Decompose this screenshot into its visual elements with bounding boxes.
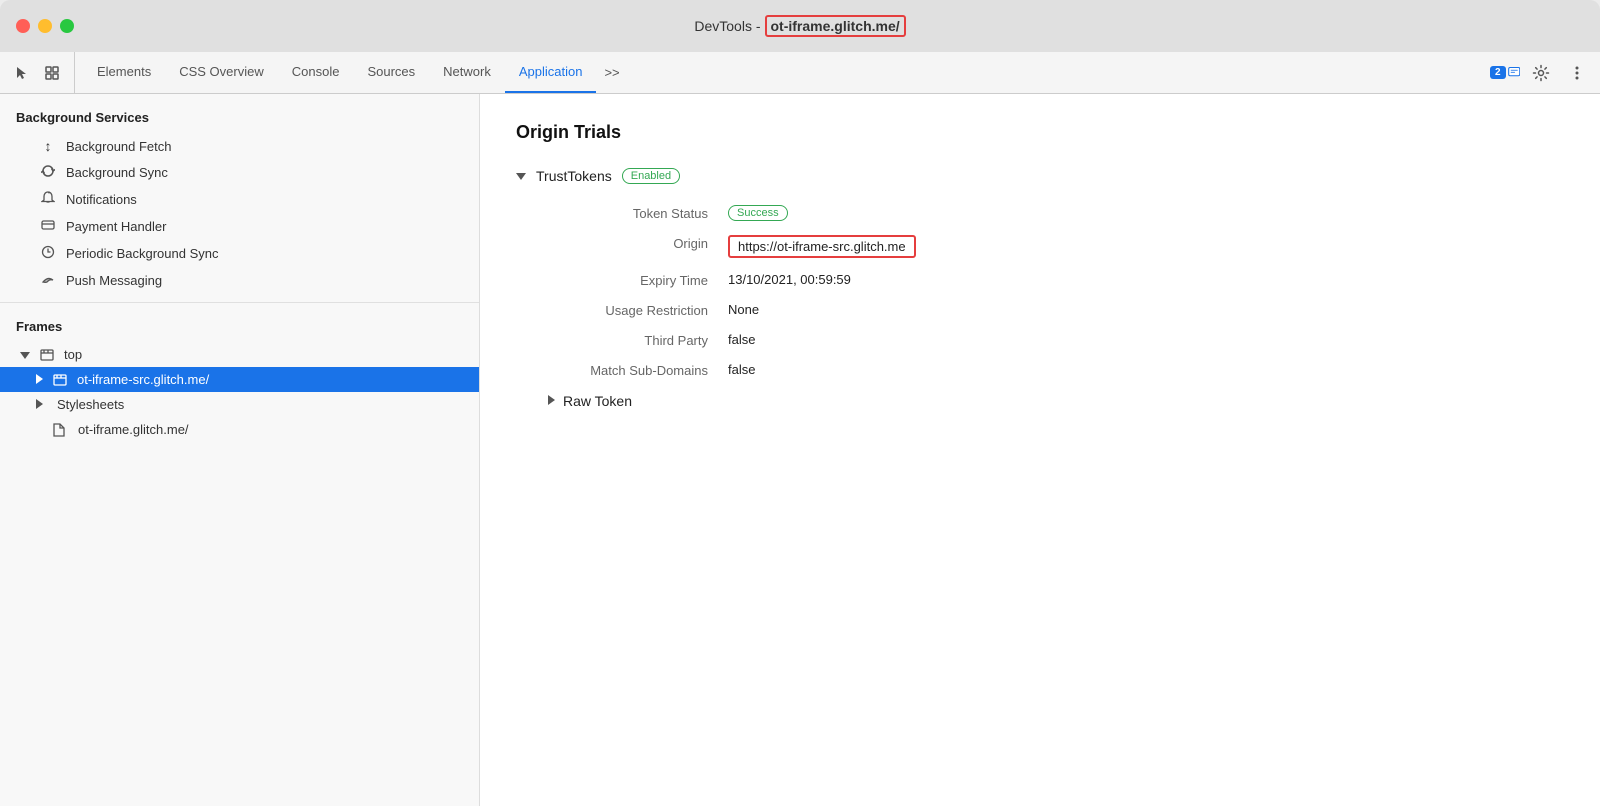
tab-bar: Elements CSS Overview Console Sources Ne… [0,52,1600,94]
frames-item-top[interactable]: top [0,342,479,367]
token-status-value: Success [728,205,788,221]
background-sync-icon [40,164,56,181]
main-area: Background Services ↕ Background Fetch B… [0,94,1600,806]
match-sub-domains-value: false [728,362,755,377]
usage-restriction-value: None [728,302,759,317]
title-bar: DevTools - ot-iframe.glitch.me/ [0,0,1600,52]
third-party-row: Third Party false [548,332,1564,348]
triangle-right-icon-stylesheets [36,397,43,412]
trust-tokens-badge: Enabled [622,168,680,184]
tab-elements[interactable]: Elements [83,52,165,93]
tab-sources[interactable]: Sources [353,52,429,93]
expiry-time-label: Expiry Time [548,272,728,288]
tab-right-controls: 2 [1490,52,1592,93]
frames-item-ot-iframe[interactable]: ot-iframe.glitch.me/ [0,417,479,442]
frames-item-stylesheets[interactable]: Stylesheets [0,392,479,417]
token-status-label: Token Status [548,205,728,221]
tab-css-overview[interactable]: CSS Overview [165,52,278,93]
expiry-time-row: Expiry Time 13/10/2021, 00:59:59 [548,272,1564,288]
triangle-down-icon [20,347,30,362]
triangle-right-raw-token-icon [548,392,555,410]
more-options-button[interactable] [1562,58,1592,88]
maximize-button[interactable] [60,19,74,33]
payment-handler-icon [40,218,56,235]
cursor-tool-button[interactable] [8,59,36,87]
background-services-title: Background Services [0,106,479,133]
chat-button[interactable]: 2 [1490,58,1520,88]
trust-tokens-label: TrustTokens [536,168,612,184]
title-prefix: DevTools - [694,18,760,34]
expiry-time-value: 13/10/2021, 00:59:59 [728,272,851,287]
sidebar-item-payment-handler[interactable]: Payment Handler [0,213,479,240]
background-fetch-icon: ↕ [40,138,56,154]
frames-section: Frames top [0,303,479,450]
page-title: Origin Trials [516,122,1564,143]
window-title: DevTools - ot-iframe.glitch.me/ [694,15,905,37]
frames-item-ot-iframe-src[interactable]: ot-iframe-src.glitch.me/ [0,367,479,392]
sidebar-item-background-fetch[interactable]: ↕ Background Fetch [0,133,479,159]
triangle-right-icon [36,372,43,387]
sidebar-item-periodic-background-sync[interactable]: Periodic Background Sync [0,240,479,267]
triangle-down-trust-tokens-icon[interactable] [516,167,526,185]
sidebar-item-background-sync[interactable]: Background Sync [0,159,479,186]
origin-row: Origin https://ot-iframe-src.glitch.me [548,235,1564,258]
more-tabs-button[interactable]: >> [596,52,627,93]
tab-console[interactable]: Console [278,52,354,93]
trust-tokens-header: TrustTokens Enabled [516,167,1564,185]
third-party-value: false [728,332,755,347]
background-services-section: Background Services ↕ Background Fetch B… [0,94,479,303]
traffic-lights [16,19,74,33]
devtools-tools [8,52,75,93]
third-party-label: Third Party [548,332,728,348]
settings-button[interactable] [1526,58,1556,88]
push-messaging-icon [40,272,56,289]
origin-label: Origin [548,235,728,251]
close-button[interactable] [16,19,30,33]
sidebar: Background Services ↕ Background Fetch B… [0,94,480,806]
sidebar-item-notifications[interactable]: Notifications [0,186,479,213]
raw-token-label: Raw Token [563,393,632,409]
notifications-icon [40,191,56,208]
trust-tokens-properties: Token Status Success Origin https://ot-i… [548,205,1564,378]
minimize-button[interactable] [38,19,52,33]
token-status-row: Token Status Success [548,205,1564,221]
frames-title: Frames [0,315,479,342]
match-sub-domains-label: Match Sub-Domains [548,362,728,378]
usage-restriction-row: Usage Restriction None [548,302,1564,318]
main-tabs: Elements CSS Overview Console Sources Ne… [83,52,628,93]
raw-token-row[interactable]: Raw Token [548,392,1564,410]
tab-application[interactable]: Application [505,52,597,93]
content-area: Origin Trials TrustTokens Enabled Token … [480,94,1600,806]
usage-restriction-label: Usage Restriction [548,302,728,318]
origin-value: https://ot-iframe-src.glitch.me [728,235,916,258]
sidebar-item-push-messaging[interactable]: Push Messaging [0,267,479,294]
match-sub-domains-row: Match Sub-Domains false [548,362,1564,378]
inspect-tool-button[interactable] [38,59,66,87]
title-url: ot-iframe.glitch.me/ [765,15,906,37]
tab-network[interactable]: Network [429,52,505,93]
periodic-background-sync-icon [40,245,56,262]
